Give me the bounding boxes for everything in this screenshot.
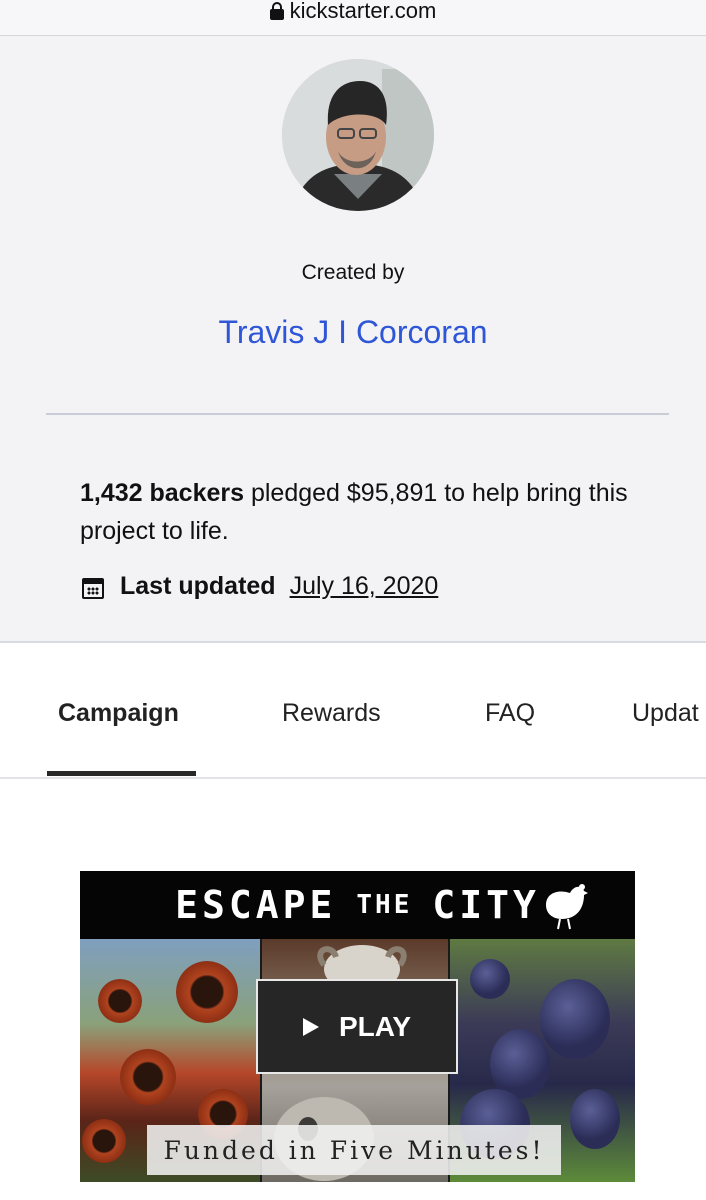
backers-count: 1,432 backers — [80, 479, 245, 507]
lock-icon — [269, 2, 284, 20]
creator-avatar[interactable] — [282, 59, 434, 211]
creator-name-link[interactable]: Travis J I Corcoran — [0, 314, 706, 351]
url-display[interactable]: kickstarter.com — [269, 0, 437, 24]
play-label: PLAY — [338, 1010, 412, 1042]
video-title-escape: ESCAPE — [175, 883, 337, 927]
play-button[interactable]: PLAY — [256, 979, 458, 1074]
tab-rewards[interactable]: Rewards — [282, 699, 381, 728]
video-caption: Funded in Five Minutes! — [147, 1125, 561, 1175]
avatar-photo — [282, 59, 434, 211]
tab-campaign[interactable]: Campaign — [58, 699, 179, 728]
divider — [46, 413, 669, 415]
url-text: kickstarter.com — [289, 0, 437, 23]
pledge-summary: 1,432 backers pledged $95,891 to help br… — [80, 474, 670, 550]
project-video[interactable]: ESCAPE THE CITY PLAY Funded in Five Minu… — [80, 871, 635, 1182]
created-by-label: Created by — [301, 261, 405, 284]
calendar-icon — [80, 574, 106, 600]
tab-updates[interactable]: Updat — [632, 699, 699, 728]
project-tabs: Campaign Rewards FAQ Updat — [0, 643, 706, 779]
last-updated-date-link[interactable]: July 16, 2020 — [290, 572, 439, 601]
hen-icon — [546, 884, 588, 930]
last-updated: Last updated July 16, 2020 — [80, 572, 438, 601]
creator-section: Created by Travis J I Corcoran 1,432 bac… — [0, 36, 706, 643]
tab-faq[interactable]: FAQ — [485, 699, 535, 728]
video-title-the: THE — [356, 890, 413, 920]
active-tab-indicator — [47, 771, 196, 776]
last-updated-label: Last updated — [120, 572, 276, 600]
video-title-city: CITY — [432, 883, 540, 927]
play-icon — [302, 1017, 319, 1036]
browser-url-bar[interactable]: kickstarter.com — [0, 0, 706, 36]
